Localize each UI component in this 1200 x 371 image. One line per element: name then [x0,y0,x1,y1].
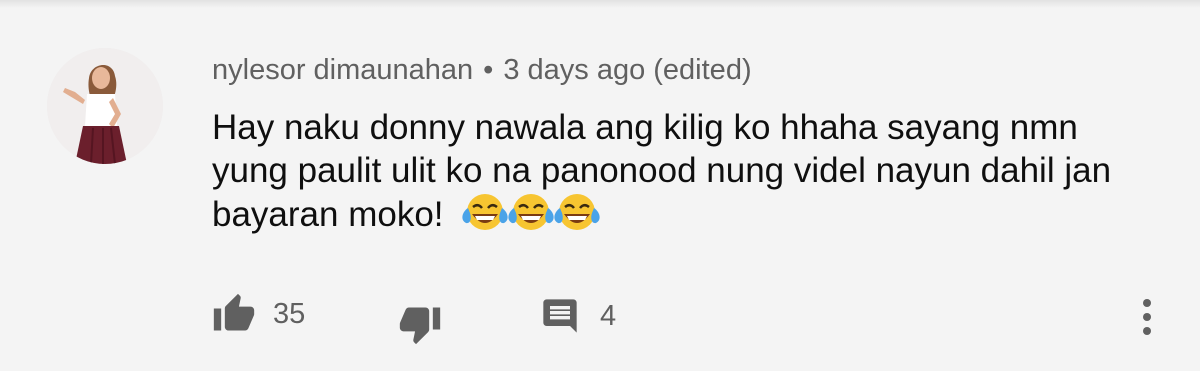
more-vertical-icon [1143,299,1151,335]
comment-body: Hay naku donny nawala ang kilig ko hhaha… [212,106,1152,244]
comment-icon [543,299,577,333]
face-with-tears-of-joy-icon [461,194,508,230]
avatar[interactable] [47,48,163,164]
dislike-button[interactable] [398,302,442,346]
more-options-button[interactable] [1134,296,1160,338]
thumb-down-icon [399,307,441,345]
meta-separator: • [483,54,494,86]
comment-timestamp[interactable]: 3 days ago (edited) [503,54,751,86]
emoji-group [460,192,600,244]
reply-count: 4 [600,299,617,332]
comment-meta: nylesor dimaunahan • 3 days ago (edited) [212,54,752,87]
like-count: 35 [273,297,306,330]
comment-text: Hay naku donny nawala ang kilig ko hhaha… [212,108,1112,234]
face-with-tears-of-joy-icon [507,194,554,230]
author-name[interactable]: nylesor dimaunahan [212,54,473,86]
thumb-up-icon [213,293,255,331]
top-shadow [0,0,1200,8]
comment-card: nylesor dimaunahan • 3 days ago (edited) H… [0,0,1200,371]
like-button[interactable]: 35 [212,292,305,336]
avatar-image [47,48,163,164]
face-with-tears-of-joy-icon [553,194,600,230]
reply-button[interactable]: 4 [540,296,616,336]
